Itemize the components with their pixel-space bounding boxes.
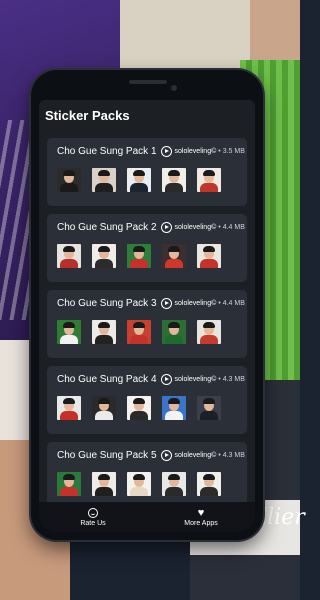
sticker-pack-card[interactable]: Cho Gue Sung Pack 5 sololeveling© • 4.3 MB xyxy=(47,442,247,502)
heart-icon: ♥ xyxy=(197,506,205,519)
bottom-nav: Rate Us ♥ More Apps xyxy=(39,502,255,532)
sticker-pack-card[interactable]: Cho Gue Sung Pack 3 sololeveling© • 4.4 MB xyxy=(47,290,247,358)
sticker-thumbnail xyxy=(127,472,151,496)
sticker-thumbnail xyxy=(127,244,151,268)
sticker-thumbnail xyxy=(92,472,116,496)
sticker-thumbnail xyxy=(162,472,186,496)
pack-author: sololeveling© xyxy=(174,376,217,383)
pack-header-row: Cho Gue Sung Pack 4 sololeveling© • 4.3 MB xyxy=(57,374,245,385)
pack-size: 4.3 MB xyxy=(222,452,245,459)
sticker-thumbnail xyxy=(162,320,186,344)
play-icon[interactable] xyxy=(160,146,172,157)
sticker-thumbnails xyxy=(57,396,232,420)
play-icon[interactable] xyxy=(160,222,172,233)
sticker-pack-list[interactable]: Cho Gue Sung Pack 1 sololeveling© • 3.5 MB C… xyxy=(39,130,255,502)
sticker-thumbnail xyxy=(57,320,81,344)
pack-title: Cho Gue Sung Pack 1 xyxy=(57,146,157,157)
pack-header-row: Cho Gue Sung Pack 2 sololeveling© • 4.4 MB xyxy=(57,222,245,233)
background-photo-top xyxy=(120,0,250,80)
pack-size: 4.4 MB xyxy=(222,224,245,231)
more-apps-button[interactable]: ♥ More Apps xyxy=(147,502,255,532)
sticker-thumbnail xyxy=(57,168,81,192)
sticker-thumbnail xyxy=(127,168,151,192)
sticker-thumbnails xyxy=(57,472,232,496)
pack-author: sololeveling© xyxy=(174,224,217,231)
sticker-thumbnail xyxy=(127,320,151,344)
pack-title: Cho Gue Sung Pack 4 xyxy=(57,374,157,385)
pack-title: Cho Gue Sung Pack 3 xyxy=(57,298,157,309)
pack-author: sololeveling© xyxy=(174,300,217,307)
pack-header-row: Cho Gue Sung Pack 1 sololeveling© • 3.5 MB xyxy=(57,146,245,157)
sticker-thumbnail xyxy=(92,244,116,268)
sticker-thumbnail xyxy=(57,396,81,420)
pack-author: sololeveling© xyxy=(174,452,217,459)
sticker-thumbnail xyxy=(197,320,221,344)
sticker-pack-card[interactable]: Cho Gue Sung Pack 2 sololeveling© • 4.4 MB xyxy=(47,214,247,282)
pack-author: sololeveling© xyxy=(174,148,217,155)
phone-speaker xyxy=(129,80,167,84)
sticker-thumbnail xyxy=(92,168,116,192)
separator-dot: • xyxy=(218,376,221,383)
sticker-thumbnail xyxy=(197,396,221,420)
separator-dot: • xyxy=(218,224,221,231)
pack-title: Cho Gue Sung Pack 2 xyxy=(57,222,157,233)
app-header: Sticker Packs xyxy=(39,100,255,130)
sticker-thumbnail xyxy=(197,168,221,192)
sticker-thumbnail xyxy=(127,396,151,420)
more-apps-label: More Apps xyxy=(184,519,218,527)
phone-camera xyxy=(171,85,177,91)
play-icon[interactable] xyxy=(160,298,172,309)
sticker-thumbnail xyxy=(57,472,81,496)
play-icon[interactable] xyxy=(160,374,172,385)
pack-size: 4.4 MB xyxy=(222,300,245,307)
app-screen: Sticker Packs Cho Gue Sung Pack 1 sololev… xyxy=(39,100,255,532)
sticker-thumbnail xyxy=(162,244,186,268)
page-title: Sticker Packs xyxy=(45,107,130,123)
sticker-pack-card[interactable]: Cho Gue Sung Pack 1 sololeveling© • 3.5 MB xyxy=(47,138,247,206)
pack-size: 3.5 MB xyxy=(222,148,245,155)
rate-us-button[interactable]: Rate Us xyxy=(39,502,147,532)
rate-us-label: Rate Us xyxy=(80,519,106,527)
pack-header-row: Cho Gue Sung Pack 5 sololeveling© • 4.3 MB xyxy=(57,450,245,461)
sticker-thumbnail xyxy=(92,396,116,420)
smile-icon xyxy=(88,507,98,518)
sticker-pack-card[interactable]: Cho Gue Sung Pack 4 sololeveling© • 4.3 MB xyxy=(47,366,247,434)
phone-frame: Sticker Packs Cho Gue Sung Pack 1 sololev… xyxy=(31,70,263,540)
sticker-thumbnail xyxy=(57,244,81,268)
sticker-thumbnail xyxy=(197,244,221,268)
sticker-thumbnails xyxy=(57,320,232,344)
sticker-thumbnail xyxy=(197,472,221,496)
background-photo-top-right xyxy=(250,0,300,60)
play-icon[interactable] xyxy=(160,450,172,461)
pack-header-row: Cho Gue Sung Pack 3 sololeveling© • 4.4 MB xyxy=(57,298,245,309)
sticker-thumbnail xyxy=(92,320,116,344)
separator-dot: • xyxy=(218,300,221,307)
sticker-thumbnail xyxy=(162,168,186,192)
sticker-thumbnails xyxy=(57,244,232,268)
separator-dot: • xyxy=(218,452,221,459)
pack-size: 4.3 MB xyxy=(222,376,245,383)
sticker-thumbnail xyxy=(162,396,186,420)
separator-dot: • xyxy=(218,148,221,155)
sticker-thumbnails xyxy=(57,168,232,192)
pack-title: Cho Gue Sung Pack 5 xyxy=(57,450,157,461)
